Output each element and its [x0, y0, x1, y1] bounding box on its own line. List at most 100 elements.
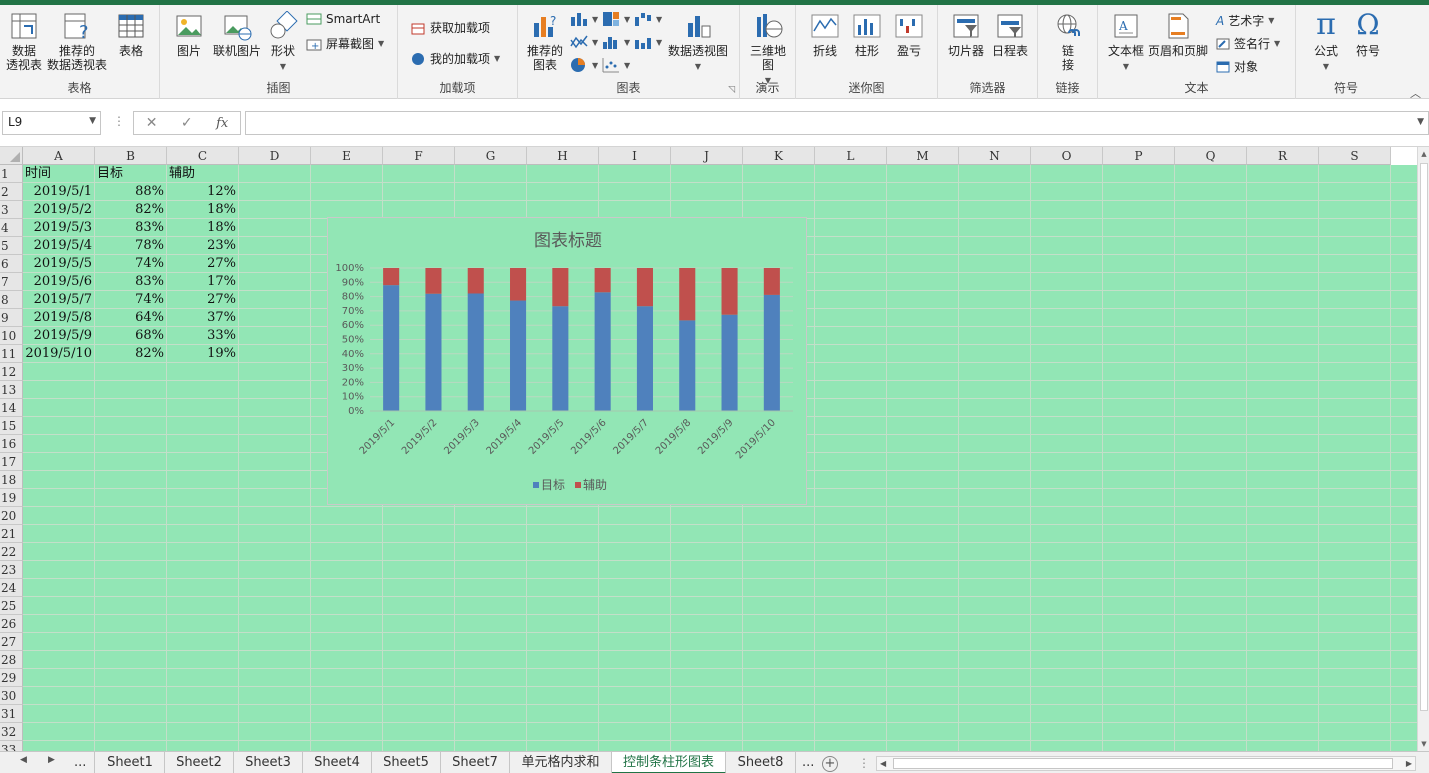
- sheet-tab[interactable]: 控制条柱形图表: [612, 752, 726, 773]
- cell[interactable]: 2019/5/5: [23, 255, 95, 273]
- row-header[interactable]: 6: [0, 255, 23, 273]
- select-all-button[interactable]: [0, 147, 23, 165]
- cell[interactable]: 2019/5/7: [23, 291, 95, 309]
- object-button[interactable]: 对象: [1216, 58, 1258, 75]
- sheet-tab[interactable]: Sheet2: [165, 752, 234, 773]
- horizontal-scrollbar[interactable]: ◀ ▶: [876, 756, 1416, 771]
- scroll-left-icon[interactable]: ◀: [880, 757, 886, 770]
- online-pictures-button[interactable]: 联机图片: [210, 11, 264, 58]
- row-header[interactable]: 21: [0, 525, 23, 543]
- get-addins-button[interactable]: 获取加载项: [410, 19, 490, 36]
- cell[interactable]: 18%: [167, 201, 239, 219]
- cell[interactable]: 目标: [95, 165, 167, 183]
- scroll-thumb[interactable]: [1420, 163, 1428, 711]
- tab-overflow-left[interactable]: ...: [66, 752, 96, 773]
- cell[interactable]: 37%: [167, 309, 239, 327]
- sparkline-winloss-button[interactable]: 盈亏: [890, 11, 928, 58]
- cell[interactable]: 23%: [167, 237, 239, 255]
- table-button[interactable]: 表格: [114, 11, 148, 58]
- row-header[interactable]: 24: [0, 579, 23, 597]
- row-header[interactable]: 3: [0, 201, 23, 219]
- scatter-chart-menu[interactable]: ▼: [602, 57, 630, 73]
- row-header[interactable]: 8: [0, 291, 23, 309]
- cell[interactable]: 2019/5/10: [23, 345, 95, 363]
- chevron-down-icon[interactable]: ▼: [1417, 117, 1424, 127]
- scroll-right-icon[interactable]: ▶: [1406, 757, 1412, 770]
- row-header[interactable]: 14: [0, 399, 23, 417]
- recommended-charts-button[interactable]: ? 推荐的 图表: [524, 11, 566, 72]
- sheet-tab[interactable]: Sheet8: [726, 752, 796, 773]
- link-button[interactable]: 链接: [1050, 11, 1086, 72]
- row-header[interactable]: 11: [0, 345, 23, 363]
- combo-chart-menu[interactable]: ▼: [634, 34, 662, 50]
- scroll-thumb[interactable]: [893, 758, 1393, 769]
- row-header[interactable]: 20: [0, 507, 23, 525]
- sheet-tab[interactable]: Sheet5: [372, 752, 441, 773]
- column-header[interactable]: L: [815, 147, 887, 165]
- column-chart-menu[interactable]: ▼: [570, 11, 598, 27]
- row-header[interactable]: 30: [0, 687, 23, 705]
- sheet-tab[interactable]: Sheet7: [441, 752, 510, 773]
- column-header[interactable]: A: [23, 147, 95, 165]
- column-header[interactable]: I: [599, 147, 671, 165]
- row-header[interactable]: 32: [0, 723, 23, 741]
- column-header[interactable]: P: [1103, 147, 1175, 165]
- header-footer-button[interactable]: 页眉和页脚: [1146, 11, 1210, 58]
- slicer-button[interactable]: 切片器: [946, 11, 986, 58]
- row-header[interactable]: 19: [0, 489, 23, 507]
- pie-chart-menu[interactable]: ▼: [570, 57, 598, 73]
- row-header[interactable]: 28: [0, 651, 23, 669]
- cell[interactable]: 时间: [23, 165, 95, 183]
- chevron-down-icon[interactable]: ▼: [89, 116, 96, 126]
- wordart-button[interactable]: A 艺术字 ▼: [1216, 12, 1274, 29]
- timeline-button[interactable]: 日程表: [988, 11, 1032, 58]
- cell[interactable]: 64%: [95, 309, 167, 327]
- sparkline-column-button[interactable]: 柱形: [848, 11, 886, 58]
- row-header[interactable]: 26: [0, 615, 23, 633]
- signature-line-button[interactable]: 签名行 ▼: [1216, 35, 1280, 52]
- cell[interactable]: 19%: [167, 345, 239, 363]
- cell[interactable]: 辅助: [167, 165, 239, 183]
- row-header[interactable]: 9: [0, 309, 23, 327]
- splitter-handle[interactable]: ⋮: [858, 756, 870, 770]
- row-header[interactable]: 23: [0, 561, 23, 579]
- row-header[interactable]: 1: [0, 165, 23, 183]
- textbox-button[interactable]: A 文本框 ▼: [1106, 11, 1146, 74]
- row-header[interactable]: 33: [0, 741, 23, 751]
- row-header[interactable]: 10: [0, 327, 23, 345]
- cell[interactable]: 12%: [167, 183, 239, 201]
- cell[interactable]: 88%: [95, 183, 167, 201]
- pictures-button[interactable]: 图片: [172, 11, 206, 58]
- cell[interactable]: 74%: [95, 255, 167, 273]
- cell[interactable]: 74%: [95, 291, 167, 309]
- formula-input[interactable]: ▼: [245, 111, 1429, 135]
- cell[interactable]: 2019/5/3: [23, 219, 95, 237]
- cell[interactable]: 82%: [95, 201, 167, 219]
- column-header[interactable]: Q: [1175, 147, 1247, 165]
- cell[interactable]: 33%: [167, 327, 239, 345]
- column-header[interactable]: C: [167, 147, 239, 165]
- row-header[interactable]: 15: [0, 417, 23, 435]
- row-header[interactable]: 4: [0, 219, 23, 237]
- my-addins-button[interactable]: 我的加载项 ▼: [410, 50, 500, 67]
- tab-next-icon[interactable]: ▶: [48, 755, 55, 765]
- scroll-up-icon[interactable]: ▲: [1418, 147, 1429, 161]
- column-header[interactable]: R: [1247, 147, 1319, 165]
- row-header[interactable]: 27: [0, 633, 23, 651]
- column-header[interactable]: F: [383, 147, 455, 165]
- cell[interactable]: 18%: [167, 219, 239, 237]
- cell[interactable]: 2019/5/9: [23, 327, 95, 345]
- sheet-tab[interactable]: Sheet4: [303, 752, 372, 773]
- symbol-button[interactable]: Ω 符号: [1348, 9, 1388, 59]
- pivot-table-button[interactable]: 数据 透视表: [4, 11, 44, 72]
- waterfall-chart-menu[interactable]: ▼: [634, 11, 662, 27]
- sparkline-line-button[interactable]: 折线: [806, 11, 844, 58]
- cell[interactable]: 83%: [95, 273, 167, 291]
- row-header[interactable]: 17: [0, 453, 23, 471]
- add-sheet-icon[interactable]: +: [822, 756, 838, 772]
- 3d-map-button[interactable]: 三维地图 ▼: [748, 11, 788, 88]
- line-chart-menu[interactable]: ▼: [570, 34, 598, 50]
- equation-button[interactable]: π 公式 ▼: [1306, 9, 1346, 74]
- row-header[interactable]: 12: [0, 363, 23, 381]
- column-header[interactable]: K: [743, 147, 815, 165]
